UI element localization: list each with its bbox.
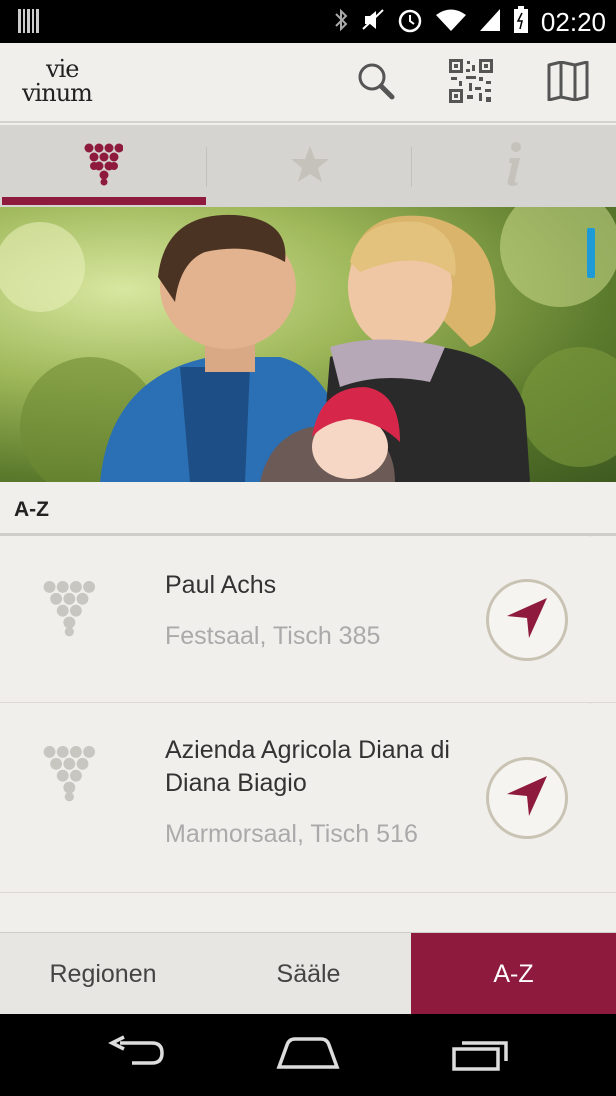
exhibitor-location: Festsaal, Tisch 385 — [165, 622, 381, 650]
tab-favorites[interactable] — [207, 125, 412, 207]
bottom-tab-bar: Regionen Sääle A-Z — [0, 932, 616, 1015]
signal-icon — [479, 7, 501, 38]
home-button[interactable] — [268, 1032, 348, 1078]
clock-time: 02:20 — [540, 6, 606, 37]
top-tabs — [0, 125, 616, 207]
tab-info[interactable] — [412, 125, 616, 207]
info-icon — [502, 141, 526, 191]
tab-saale[interactable]: Sääle — [206, 933, 411, 1015]
tab-regionen[interactable]: Regionen — [0, 933, 206, 1015]
barcode-icon — [18, 9, 40, 38]
exhibitor-name: Paul Achs — [165, 571, 277, 599]
grapes-icon — [83, 142, 124, 191]
exhibitor-location: Marmorsaal, Tisch 516 — [165, 820, 418, 848]
search-icon — [356, 61, 396, 106]
navigate-button[interactable] — [486, 579, 568, 661]
scrollbar-thumb[interactable] — [587, 228, 595, 278]
status-bar: 02:20 — [0, 0, 616, 43]
recent-apps-icon — [450, 1035, 510, 1076]
navigate-button[interactable] — [486, 757, 568, 839]
app-bar: vie vinum — [0, 43, 616, 123]
map-button[interactable] — [544, 59, 592, 107]
grapes-icon — [40, 579, 96, 642]
vievinum-logo[interactable]: vie vinum — [20, 53, 110, 113]
logo-text-line2: vinum — [22, 79, 93, 107]
qr-code-icon — [449, 58, 493, 108]
star-icon — [290, 145, 330, 188]
list-item[interactable]: Paul Achs Festsaal, Tisch 385 — [0, 537, 616, 703]
qr-scan-button[interactable] — [447, 58, 495, 108]
grapes-icon — [40, 744, 96, 807]
section-header: A-Z — [0, 482, 616, 536]
back-button[interactable] — [96, 1032, 176, 1078]
exhibitor-name: Azienda Agricola Diana di Diana Biagio — [165, 736, 450, 797]
home-icon — [275, 1035, 341, 1076]
navigation-arrow-icon — [505, 774, 549, 823]
bluetooth-icon — [333, 7, 349, 38]
tab-a-z[interactable]: A-Z — [411, 933, 616, 1015]
tab-exhibitors[interactable] — [0, 125, 206, 207]
search-button[interactable] — [352, 59, 400, 107]
hero-image — [0, 207, 616, 482]
wifi-icon — [435, 7, 467, 38]
back-icon — [106, 1034, 166, 1076]
system-navigation-bar — [0, 1014, 616, 1096]
battery-icon — [513, 5, 529, 39]
navigation-arrow-icon — [505, 596, 549, 645]
list-item[interactable]: Azienda Agricola Diana di Diana Biagio M… — [0, 704, 616, 893]
list-item[interactable] — [0, 894, 616, 934]
recent-apps-button[interactable] — [440, 1032, 520, 1078]
mute-icon — [361, 7, 385, 38]
selected-tab-indicator — [2, 197, 206, 205]
alarm-icon — [397, 7, 423, 38]
section-title: A-Z — [14, 498, 49, 521]
map-icon — [547, 60, 589, 106]
